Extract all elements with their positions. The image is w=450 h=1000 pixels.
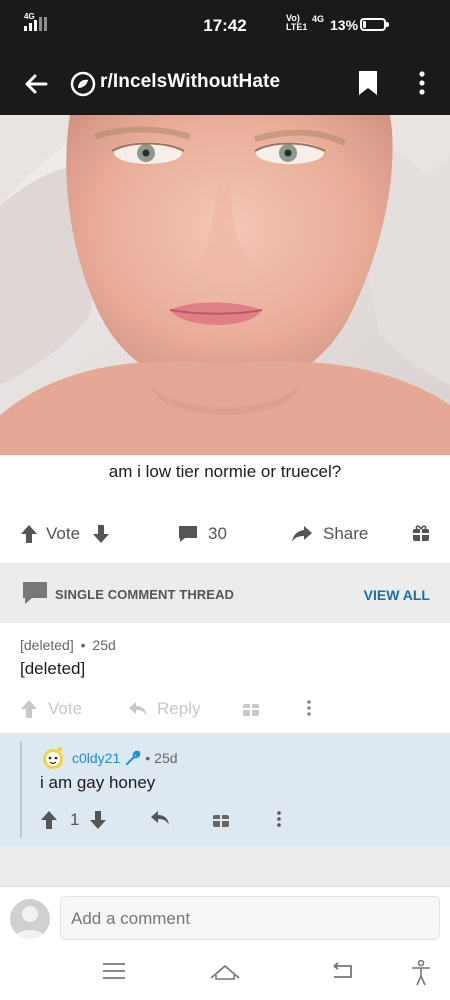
- more-vertical-icon[interactable]: [410, 68, 434, 98]
- comment-deleted: [deleted] • 25d [deleted] Vote Reply: [0, 623, 450, 733]
- thread-banner-label: SINGLE COMMENT THREAD: [55, 587, 235, 602]
- back-nav-icon[interactable]: [330, 962, 354, 980]
- comment-vote-group: 1: [40, 810, 107, 830]
- single-comment-thread-banner: SINGLE COMMENT THREAD VIEW ALL: [0, 563, 450, 623]
- comment-reply: c0ldy21 • 25d i am gay honey 1: [0, 733, 450, 846]
- subreddit-title[interactable]: r/IncelsWithoutHate: [100, 71, 280, 93]
- upvote-arrow-icon[interactable]: [20, 699, 38, 719]
- reply-arrow-icon: [129, 702, 147, 716]
- reply-arrow-icon: [151, 811, 169, 825]
- subreddit-icon: [70, 71, 96, 97]
- comment-meta: [deleted] • 25d: [20, 637, 116, 653]
- comment-action-bar: Vote Reply: [0, 695, 450, 725]
- more-vertical-icon[interactable]: [274, 810, 284, 828]
- menu-icon[interactable]: [102, 962, 126, 980]
- arrow-left-icon[interactable]: [20, 68, 52, 100]
- section-spacer: [0, 846, 450, 886]
- gift-icon: [213, 813, 229, 827]
- bookmark-icon[interactable]: [356, 68, 380, 98]
- more-vertical-icon[interactable]: [304, 699, 314, 717]
- home-icon[interactable]: [210, 962, 240, 980]
- comment-body: [deleted]: [20, 659, 86, 678]
- comment-author[interactable]: c0ldy21: [72, 750, 120, 766]
- upvote-arrow-icon[interactable]: [20, 524, 38, 544]
- award-button[interactable]: [412, 524, 430, 542]
- default-avatar-icon: [14, 906, 46, 939]
- vote-label: Vote: [48, 699, 83, 718]
- accessibility-icon[interactable]: [410, 960, 432, 986]
- comment-vote-group: Vote: [20, 699, 82, 719]
- meta-separator: •: [145, 750, 151, 766]
- comment-body: i am gay honey: [40, 773, 156, 792]
- app-header: r/IncelsWithoutHate: [0, 52, 450, 115]
- post-image[interactable]: [0, 115, 450, 455]
- user-avatar: [10, 899, 50, 939]
- share-arrow-icon: [292, 526, 312, 542]
- vote-label: Vote: [46, 524, 81, 543]
- volte-indicator: Vo) LTE1: [286, 14, 307, 32]
- battery-icon: [360, 18, 389, 31]
- post-title: am i low tier normie or truecel?: [108, 462, 342, 481]
- reply-button[interactable]: [150, 810, 170, 826]
- downvote-arrow-icon[interactable]: [89, 810, 107, 830]
- post-action-bar: Vote 30 Share: [0, 516, 450, 558]
- post-photo: [0, 115, 450, 455]
- award-button[interactable]: [242, 699, 260, 717]
- gift-icon: [413, 525, 429, 541]
- moderator-wrench-icon: [126, 750, 141, 765]
- award-button[interactable]: [212, 810, 230, 828]
- reply-button[interactable]: Reply: [128, 699, 200, 719]
- network-type: 4G: [312, 14, 325, 24]
- view-all-link[interactable]: VIEW ALL: [364, 587, 430, 603]
- comment-score: 1: [70, 810, 80, 829]
- snoo-avatar-icon[interactable]: [40, 745, 66, 771]
- post-vote-group: Vote: [20, 524, 110, 544]
- share-label: Share: [323, 524, 369, 543]
- comment-count: 30: [208, 524, 227, 543]
- comment-age: 25d: [92, 637, 116, 653]
- comment-bubble-icon: [23, 582, 47, 604]
- status-bar: 4G 17:42 Vo) LTE1 4G 13%: [0, 0, 450, 52]
- add-comment-input[interactable]: Add a comment: [60, 896, 440, 940]
- battery-percent: 13%: [330, 17, 359, 33]
- comments-button[interactable]: 30: [178, 524, 227, 544]
- gift-icon: [243, 702, 259, 716]
- reply-label: Reply: [157, 699, 201, 718]
- system-nav-bar: [0, 946, 450, 1000]
- comment-composer: Add a comment: [0, 886, 450, 946]
- downvote-arrow-icon[interactable]: [92, 524, 110, 544]
- comment-age: 25d: [154, 750, 178, 766]
- share-button[interactable]: Share: [291, 524, 368, 544]
- comment-meta: c0ldy21 • 25d: [40, 745, 178, 771]
- meta-separator: •: [80, 637, 86, 653]
- thread-indent-line: [20, 741, 22, 838]
- volte-line2: LTE1: [286, 22, 308, 32]
- comment-bubble-icon: [179, 526, 197, 542]
- comment-author: [deleted]: [20, 637, 74, 653]
- upvote-arrow-icon[interactable]: [40, 810, 58, 830]
